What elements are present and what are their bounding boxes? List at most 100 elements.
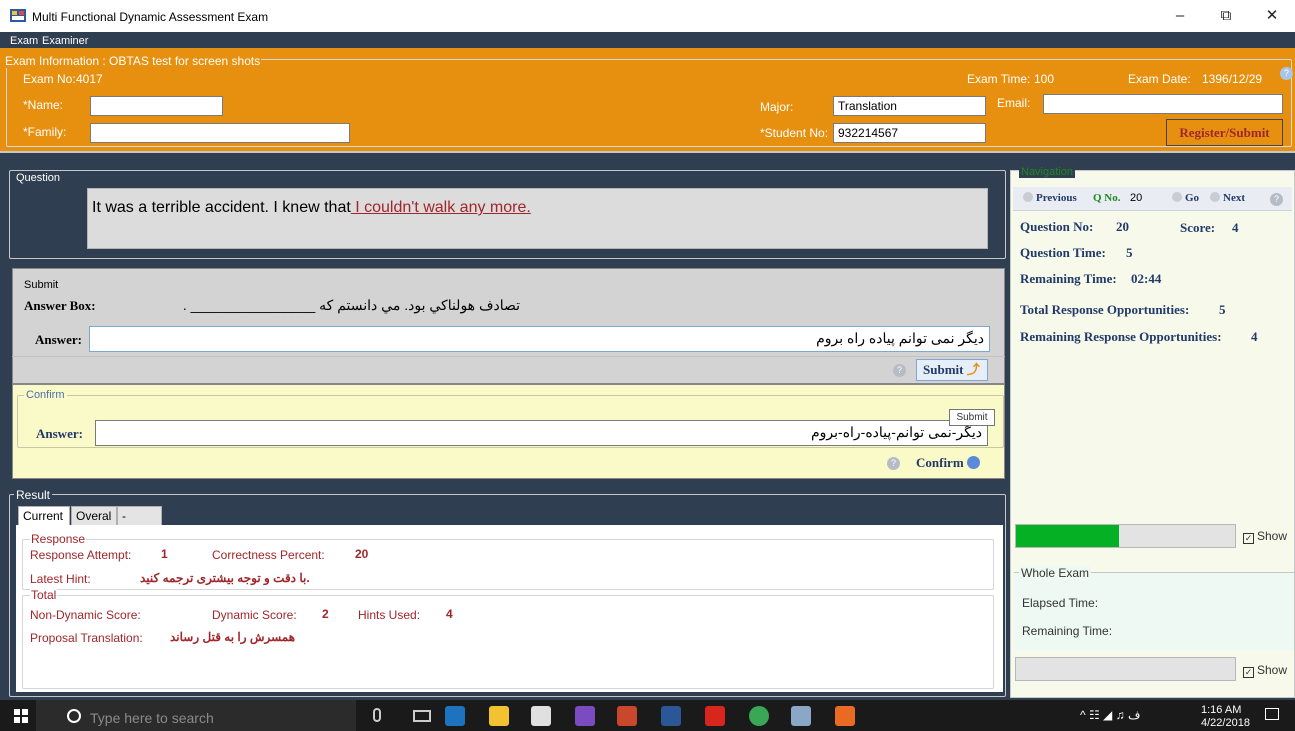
confirm-answer-label: Answer: [36, 426, 83, 441]
tab-current[interactable]: Current [18, 506, 70, 526]
close-button[interactable]: ✕ [1257, 6, 1287, 26]
go-radio-icon [1172, 192, 1182, 202]
answer-input[interactable]: دیگر نمی توانم پیاده راه بروم [89, 326, 990, 352]
show-checkbox[interactable]: ✓ Show [1243, 529, 1287, 544]
whole-exam-progress-bar [1015, 657, 1236, 681]
question-box [87, 188, 988, 249]
tools-icon[interactable] [791, 706, 811, 726]
qno-label: Q No. [1093, 192, 1121, 204]
clock-time[interactable]: 1:16 AM [1201, 704, 1241, 716]
powerpoint-icon[interactable] [617, 706, 637, 726]
maximize-button[interactable]: ⧉ [1211, 6, 1241, 26]
submit-help-icon[interactable]: ? [893, 364, 906, 377]
file-explorer-icon[interactable] [489, 706, 509, 726]
question-no-label: Question No: [1020, 219, 1094, 234]
next-label: Next [1223, 192, 1245, 204]
app-window-icon[interactable] [835, 706, 855, 726]
navigation-legend: Navigation [1019, 166, 1075, 178]
visual-studio-icon[interactable] [575, 706, 595, 726]
remaining-time-label: Remaining Time: [1020, 271, 1117, 286]
response-attempt-label: Response Attempt: [30, 548, 132, 562]
go-label: Go [1185, 192, 1200, 204]
go-button[interactable]: Go [1172, 192, 1199, 204]
confirm-button-label: Confirm [916, 455, 964, 470]
whole-remaining-time-label: Remaining Time: [1022, 624, 1113, 638]
minimize-button[interactable]: – [1165, 6, 1195, 26]
question-progress-bar [1015, 524, 1236, 548]
previous-radio-icon [1023, 192, 1033, 202]
score-value: 4 [1232, 220, 1239, 235]
submit-toolbar [12, 356, 1005, 384]
question-text-highlight: I couldn't walk any more. [350, 199, 531, 216]
previous-button[interactable]: Previous [1023, 192, 1077, 204]
search-placeholder: Type here to search [90, 710, 214, 726]
total-group [22, 595, 994, 689]
question-text-main: It was a terrible accident. I knew that [92, 199, 351, 216]
family-input[interactable] [90, 123, 350, 143]
task-view-icon[interactable] [413, 710, 431, 722]
register-submit-button[interactable]: Register/Submit [1166, 119, 1283, 146]
whole-exam-legend: Whole Exam [1019, 566, 1092, 580]
menu-examiner[interactable]: Examiner [42, 35, 88, 47]
name-input[interactable] [90, 96, 223, 116]
correctness-label: Correctness Percent: [212, 548, 325, 562]
check-circle-icon [966, 456, 980, 469]
menu-exam[interactable]: Exam [10, 35, 38, 47]
question-time-value: 5 [1126, 245, 1133, 260]
store-icon[interactable] [531, 706, 551, 726]
email-input[interactable] [1043, 94, 1283, 114]
proposal-translation-label: Proposal Translation: [30, 631, 143, 645]
email-label: Email: [997, 96, 1031, 110]
remaining-time-value: 02:44 [1131, 271, 1162, 286]
student-no-label: *Student No: [760, 126, 829, 140]
confirm-button[interactable]: Confirm [916, 455, 980, 471]
major-input[interactable]: Translation [833, 96, 986, 116]
submit-tooltip: Submit [949, 409, 995, 426]
exam-info-legend: Exam Information : OBTAS test for screen… [4, 54, 262, 68]
qno-input[interactable]: 20 [1130, 192, 1142, 204]
navigation-help-icon[interactable]: ? [1270, 193, 1283, 206]
window-title: Multi Functional Dynamic Assessment Exam [32, 10, 269, 24]
result-legend: Result [14, 488, 53, 502]
chrome-icon[interactable] [749, 706, 769, 726]
answer-box-label: Answer Box: [24, 298, 96, 313]
next-button[interactable]: Next [1210, 192, 1245, 204]
submit-legend: Submit [24, 279, 59, 291]
acrobat-icon[interactable] [705, 706, 725, 726]
answer-label: Answer: [35, 332, 82, 347]
exam-date-label: Exam Date: [1128, 72, 1191, 86]
notification-icon[interactable] [1265, 708, 1279, 720]
exam-time-value: 100 [1034, 72, 1055, 86]
windows-start-icon[interactable] [14, 709, 28, 723]
tab-overal[interactable]: Overal [71, 506, 117, 525]
hints-used-value: 4 [446, 607, 453, 621]
dynamic-score-label: Dynamic Score: [212, 608, 297, 622]
exam-info-panel: Exam Information : OBTAS test for screen… [0, 48, 1295, 153]
show-checkbox-2[interactable]: ✓ Show [1243, 663, 1287, 678]
major-label: Major: [760, 100, 794, 114]
non-dynamic-score-label: Non-Dynamic Score: [30, 608, 141, 622]
name-label: *Name: [23, 98, 64, 112]
edge-icon[interactable] [445, 706, 465, 726]
confirm-legend: Confirm [24, 389, 67, 401]
submit-button[interactable]: Submit ⤴ [916, 359, 988, 381]
exam-no-label: Exam No: [23, 72, 76, 86]
question-text: It was a terrible accident. I knew that … [92, 199, 531, 217]
word-icon[interactable] [661, 706, 681, 726]
confirm-answer-input[interactable]: دیگر-نمی توانم-پیاده-راه-بروم [95, 420, 988, 446]
student-no-input[interactable]: 932214567 [833, 123, 986, 143]
latest-hint-label: Latest Hint: [30, 572, 91, 586]
correctness-value: 20 [355, 547, 369, 561]
hints-used-label: Hints Used: [358, 608, 421, 622]
microphone-icon[interactable] [373, 708, 381, 722]
help-icon[interactable]: ? [1280, 67, 1293, 80]
whole-exam-frame [1014, 572, 1294, 650]
clock-date[interactable]: 4/22/2018 [1201, 717, 1250, 729]
checkbox-checked-icon-2: ✓ [1243, 667, 1254, 678]
exam-no-value: 4017 [76, 72, 103, 86]
family-label: *Family: [23, 125, 67, 139]
system-tray[interactable]: ^ ☷ ◢ ♫ ف [1080, 708, 1140, 722]
previous-label: Previous [1036, 192, 1077, 204]
confirm-help-icon[interactable]: ? [887, 457, 900, 470]
tab-dash[interactable]: - [117, 506, 162, 525]
